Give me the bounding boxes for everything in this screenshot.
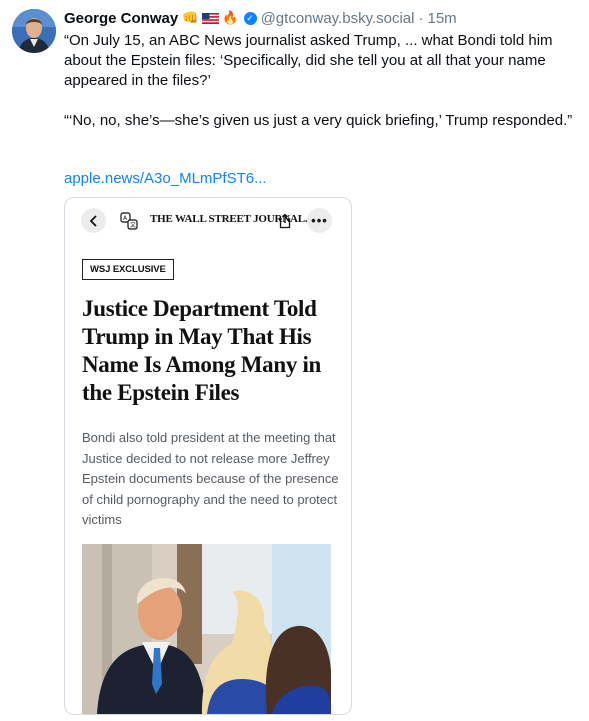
- exclusive-badge: WSJ EXCLUSIVE: [82, 259, 174, 280]
- article-dek: Bondi also told president at the meeting…: [82, 430, 339, 527]
- more-options-icon[interactable]: •••: [307, 208, 332, 233]
- author-name[interactable]: George Conway: [64, 10, 178, 27]
- post-text: “On July 15, an ABC News journalist aske…: [64, 31, 584, 131]
- embedded-image[interactable]: A 文 THE WALL STREET JOURNAL. ••• WSJ EXC…: [64, 197, 352, 715]
- avatar[interactable]: [12, 9, 56, 53]
- chevron-left-icon[interactable]: [81, 208, 106, 233]
- post-link[interactable]: apple.news/A3o_MLmPfST6...: [64, 170, 267, 187]
- verified-badge-icon: ✓: [243, 11, 257, 25]
- post-header: George Conway 👊 🔥 ✓ @gtconway.bsky.socia…: [64, 8, 457, 28]
- translate-icon[interactable]: A 文: [116, 208, 141, 233]
- author-handle[interactable]: @gtconway.bsky.social: [261, 10, 415, 27]
- post-paragraph: “‘No, no, she’s—she’s given us just a ve…: [64, 112, 573, 129]
- fist-emoji-icon: 👊: [182, 10, 199, 25]
- post-paragraph: “On July 15, an ABC News journalist aske…: [64, 32, 553, 89]
- svg-text:文: 文: [130, 221, 136, 229]
- article-headline: Justice Department Told Trump in May Tha…: [82, 296, 322, 405]
- reader-toolbar: A 文 THE WALL STREET JOURNAL. •••: [65, 198, 351, 244]
- article-photo: [82, 544, 331, 714]
- post: George Conway 👊 🔥 ✓ @gtconway.bsky.socia…: [0, 0, 589, 721]
- post-timestamp[interactable]: 15m: [427, 10, 456, 27]
- fire-emoji-icon: 🔥: [222, 10, 239, 25]
- svg-text:A: A: [123, 215, 128, 222]
- us-flag-emoji-icon: [202, 12, 220, 24]
- separator: ·: [418, 9, 424, 27]
- share-icon[interactable]: [272, 208, 297, 233]
